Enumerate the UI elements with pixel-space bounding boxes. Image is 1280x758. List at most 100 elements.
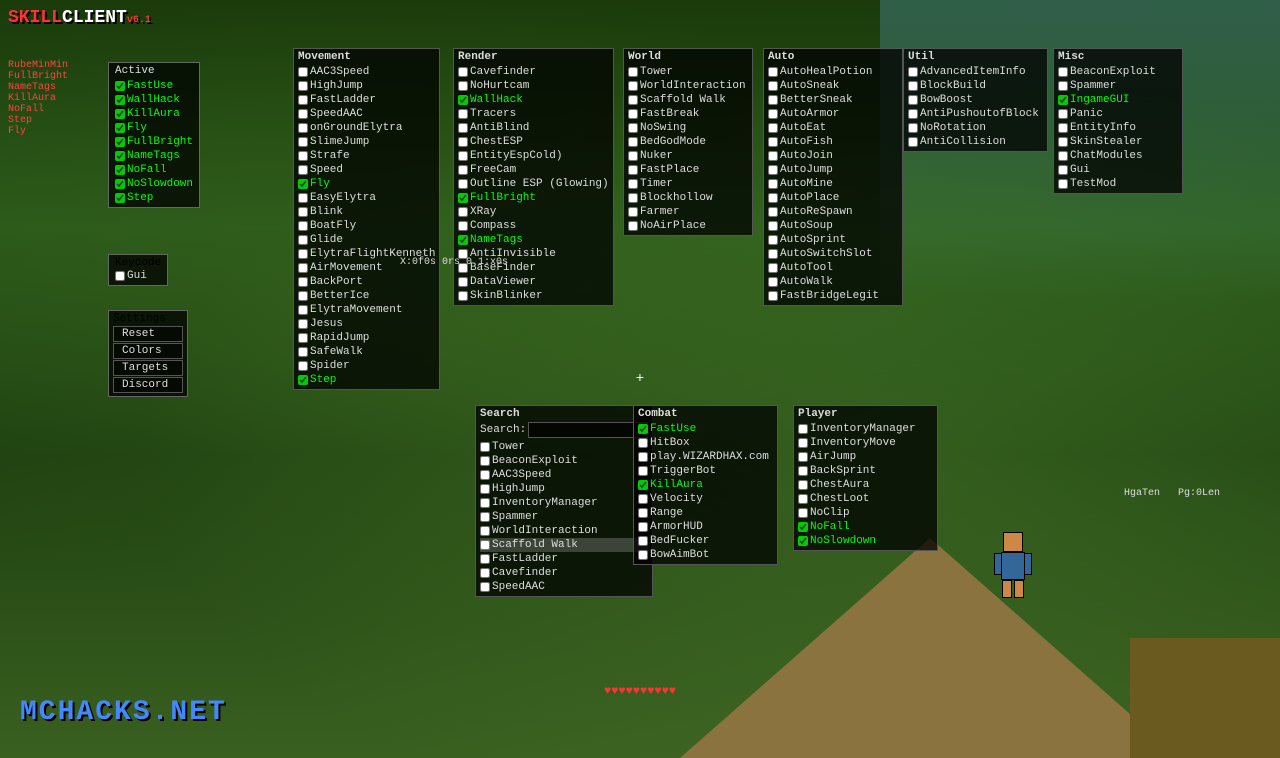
srch-cavefinder[interactable]: Cavefinder (480, 566, 648, 580)
mov-fly[interactable]: Fly (298, 177, 435, 191)
mov-glide[interactable]: Glide (298, 233, 435, 247)
reset-button[interactable]: Reset (113, 326, 183, 342)
mov-backport[interactable]: BackPort (298, 275, 435, 289)
mov-betterice[interactable]: BetterIce (298, 289, 435, 303)
aut-autofish[interactable]: AutoFish (768, 135, 898, 149)
aut-autotool[interactable]: AutoTool (768, 261, 898, 275)
active-item-killaura[interactable]: KillAura (115, 107, 193, 121)
com-velocity[interactable]: Velocity (638, 492, 773, 506)
mov-jesus[interactable]: Jesus (298, 317, 435, 331)
wor-noswing[interactable]: NoSwing (628, 121, 748, 135)
mov-speed[interactable]: Speed (298, 163, 435, 177)
mov-easyelytra[interactable]: EasyElytra (298, 191, 435, 205)
wor-scaffoldwalk[interactable]: Scaffold Walk (628, 93, 748, 107)
aut-autoplace[interactable]: AutoPlace (768, 191, 898, 205)
com-armorhud[interactable]: ArmorHUD (638, 520, 773, 534)
ren-antiblind[interactable]: AntiBlind (458, 121, 609, 135)
utl-bowboost[interactable]: BowBoost (908, 93, 1043, 107)
ren-chestesp[interactable]: ChestESP (458, 135, 609, 149)
aut-autohealpotion[interactable]: AutoHealPotion (768, 65, 898, 79)
srch-speedaac[interactable]: SpeedAAC (480, 580, 648, 594)
mov-slimejump[interactable]: SlimeJump (298, 135, 435, 149)
aut-fastbridgelegit[interactable]: FastBridgeLegit (768, 289, 898, 303)
utl-norotation[interactable]: NoRotation (908, 121, 1043, 135)
mov-aac3speed[interactable]: AAC3Speed (298, 65, 435, 79)
srch-highjump[interactable]: HighJump (480, 482, 648, 496)
mov-ongroundelytra[interactable]: onGroundElytra (298, 121, 435, 135)
ren-entityespcold[interactable]: EntityEspCold) (458, 149, 609, 163)
com-wizardhax[interactable]: play.WIZARDHAX.com (638, 450, 773, 464)
active-item-nofall[interactable]: NoFall (115, 163, 193, 177)
mis-beaconexploit[interactable]: BeaconExploit (1058, 65, 1178, 79)
com-bowaimbot[interactable]: BowAimBot (638, 548, 773, 562)
com-triggerbot[interactable]: TriggerBot (638, 464, 773, 478)
mov-boatfly[interactable]: BoatFly (298, 219, 435, 233)
ren-cavefinder[interactable]: Cavefinder (458, 65, 609, 79)
pla-chestloot[interactable]: ChestLoot (798, 492, 933, 506)
aut-autoarmor[interactable]: AutoArmor (768, 107, 898, 121)
pla-noslowdown[interactable]: NoSlowdown (798, 534, 933, 548)
active-item-fly[interactable]: Fly (115, 121, 193, 135)
aut-autojoin[interactable]: AutoJoin (768, 149, 898, 163)
wor-noairplace[interactable]: NoAirPlace (628, 219, 748, 233)
pla-noclip[interactable]: NoClip (798, 506, 933, 520)
mis-spammer[interactable]: Spammer (1058, 79, 1178, 93)
ren-wallhack[interactable]: WallHack (458, 93, 609, 107)
mov-rapidjump[interactable]: RapidJump (298, 331, 435, 345)
aut-autowalk[interactable]: AutoWalk (768, 275, 898, 289)
pla-chestaura[interactable]: ChestAura (798, 478, 933, 492)
mov-blink[interactable]: Blink (298, 205, 435, 219)
ren-nohurtcam[interactable]: NoHurtcam (458, 79, 609, 93)
wor-tower[interactable]: Tower (628, 65, 748, 79)
wor-fastbreak[interactable]: FastBreak (628, 107, 748, 121)
pla-backsprint[interactable]: BackSprint (798, 464, 933, 478)
aut-bettersneak[interactable]: BetterSneak (768, 93, 898, 107)
srch-inventorymanager[interactable]: InventoryManager (480, 496, 648, 510)
srch-fastladder[interactable]: FastLadder (480, 552, 648, 566)
srch-worldinteraction[interactable]: WorldInteraction (480, 524, 648, 538)
mov-speedaac[interactable]: SpeedAAC (298, 107, 435, 121)
aut-autoeat[interactable]: AutoEat (768, 121, 898, 135)
wor-blockhollow[interactable]: Blockhollow (628, 191, 748, 205)
mov-safewalk[interactable]: SafeWalk (298, 345, 435, 359)
active-item-noslowdown[interactable]: NoSlowdown (115, 177, 193, 191)
mov-strafe[interactable]: Strafe (298, 149, 435, 163)
mov-fastladder[interactable]: FastLadder (298, 93, 435, 107)
ren-compass[interactable]: Compass (458, 219, 609, 233)
com-hitbox[interactable]: HitBox (638, 436, 773, 450)
srch-scaffoldwalk[interactable]: Scaffold Walk (480, 538, 648, 552)
search-input[interactable] (528, 422, 648, 438)
mis-skinstealer[interactable]: SkinStealer (1058, 135, 1178, 149)
com-range[interactable]: Range (638, 506, 773, 520)
srch-tower[interactable]: Tower (480, 440, 648, 454)
discord-button[interactable]: Discord (113, 377, 183, 393)
pla-airjump[interactable]: AirJump (798, 450, 933, 464)
ren-fullbright[interactable]: FullBright (458, 191, 609, 205)
wor-nuker[interactable]: Nuker (628, 149, 748, 163)
aut-autosneak[interactable]: AutoSneak (768, 79, 898, 93)
utl-advancediteminfo[interactable]: AdvancedItemInfo (908, 65, 1043, 79)
com-bedfucker[interactable]: BedFucker (638, 534, 773, 548)
active-item-fullbright[interactable]: FullBright (115, 135, 193, 149)
mis-testmod[interactable]: TestMod (1058, 177, 1178, 191)
active-item-nametags[interactable]: NameTags (115, 149, 193, 163)
mis-ingamegui[interactable]: IngameGUI (1058, 93, 1178, 107)
pla-nofall[interactable]: NoFall (798, 520, 933, 534)
active-item-wallhack[interactable]: WallHack (115, 93, 193, 107)
com-fastuse[interactable]: FastUse (638, 422, 773, 436)
mis-panic[interactable]: Panic (1058, 107, 1178, 121)
srch-spammer[interactable]: Spammer (480, 510, 648, 524)
utl-blockbuild[interactable]: BlockBuild (908, 79, 1043, 93)
keycode-gui[interactable]: Gui (115, 269, 161, 283)
ren-dataviewer[interactable]: DataViewer (458, 275, 609, 289)
wor-farmer[interactable]: Farmer (628, 205, 748, 219)
com-killaura[interactable]: KillAura (638, 478, 773, 492)
pla-inventorymove[interactable]: InventoryMove (798, 436, 933, 450)
ren-xray[interactable]: XRay (458, 205, 609, 219)
utl-anticollision[interactable]: AntiCollision (908, 135, 1043, 149)
aut-autosoup[interactable]: AutoSoup (768, 219, 898, 233)
wor-worldinteraction[interactable]: WorldInteraction (628, 79, 748, 93)
colors-button[interactable]: Colors (113, 343, 183, 359)
wor-timer[interactable]: Timer (628, 177, 748, 191)
aut-autoswitchslot[interactable]: AutoSwitchSlot (768, 247, 898, 261)
